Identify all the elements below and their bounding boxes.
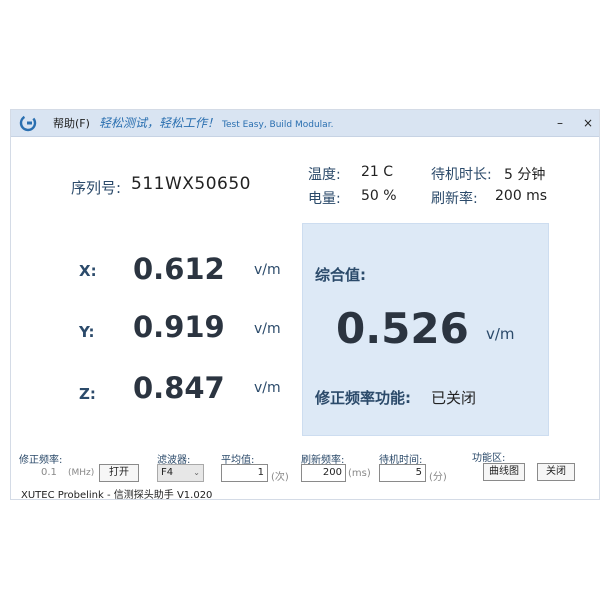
standby-time-input[interactable]: 5 [379,464,426,482]
z-axis-label: Z: [79,385,96,403]
refresh-freq-unit: (ms) [348,468,371,479]
footer-version: XUTEC Probelink - 信测探头助手 V1.020 [21,490,213,501]
serial-label: 序列号: [71,179,122,197]
correction-function-status: 已关闭 [431,389,477,407]
refresh-freq-input[interactable]: 200 [301,464,346,482]
refresh-rate-label: 刷新率: [431,191,478,207]
x-value: 0.612 [133,252,225,286]
x-unit: v/m [254,262,281,278]
close-window-button[interactable]: × [579,114,597,132]
battery-label: 电量: [308,191,341,207]
refresh-rate-value: 200 ms [495,188,548,204]
standby-time-unit: (分) [429,472,447,483]
correction-function-label: 修正频率功能: [315,389,411,407]
corr-freq-value: 0.1 [41,467,57,478]
corr-freq-unit: (MHz) [68,468,95,478]
filter-select[interactable]: F4 ⌄ [157,464,204,482]
composite-panel: 综合值: 0.526 v/m 修正频率功能: 已关闭 [302,223,549,436]
slogan-en: Test Easy, Build Modular. [222,120,334,130]
y-value: 0.919 [133,310,225,344]
app-logo-icon [19,114,37,132]
standby-label: 待机时长: [431,167,492,183]
temperature-value: 21 C [361,164,394,180]
y-unit: v/m [254,321,281,337]
title-bar: 帮助(F) 轻松测试，轻松工作！ Test Easy, Build Modular… [11,110,599,137]
battery-value: 50 % [361,188,397,204]
average-unit: (次) [271,472,289,483]
z-value: 0.847 [133,371,225,405]
average-input[interactable]: 1 [221,464,268,482]
temperature-label: 温度: [308,167,341,183]
open-button[interactable]: 打开 [99,464,139,482]
chevron-down-icon: ⌄ [193,468,200,477]
function-area-label: 功能区: [472,453,506,464]
filter-value: F4 [161,467,174,478]
close-button[interactable]: 关闭 [537,463,575,481]
composite-unit: v/m [486,325,515,343]
z-unit: v/m [254,380,281,396]
standby-value: 5 分钟 [504,167,546,183]
slogan-cn: 轻松测试，轻松工作！ [99,116,220,130]
composite-value: 0.526 [336,304,469,353]
x-axis-label: X: [79,262,97,280]
curve-chart-button[interactable]: 曲线图 [483,463,525,481]
app-window: 帮助(F) 轻松测试，轻松工作！ Test Easy, Build Modular… [10,109,600,501]
composite-label: 综合值: [315,266,366,284]
serial-value: 511WX50650 [131,174,251,194]
corr-freq-label: 修正频率: [19,455,63,466]
slogan: 轻松测试，轻松工作！ Test Easy, Build Modular. [99,114,333,131]
y-axis-label: Y: [79,323,95,341]
minimize-button[interactable]: – [551,114,569,132]
menu-help[interactable]: 帮助(F) [53,115,90,131]
